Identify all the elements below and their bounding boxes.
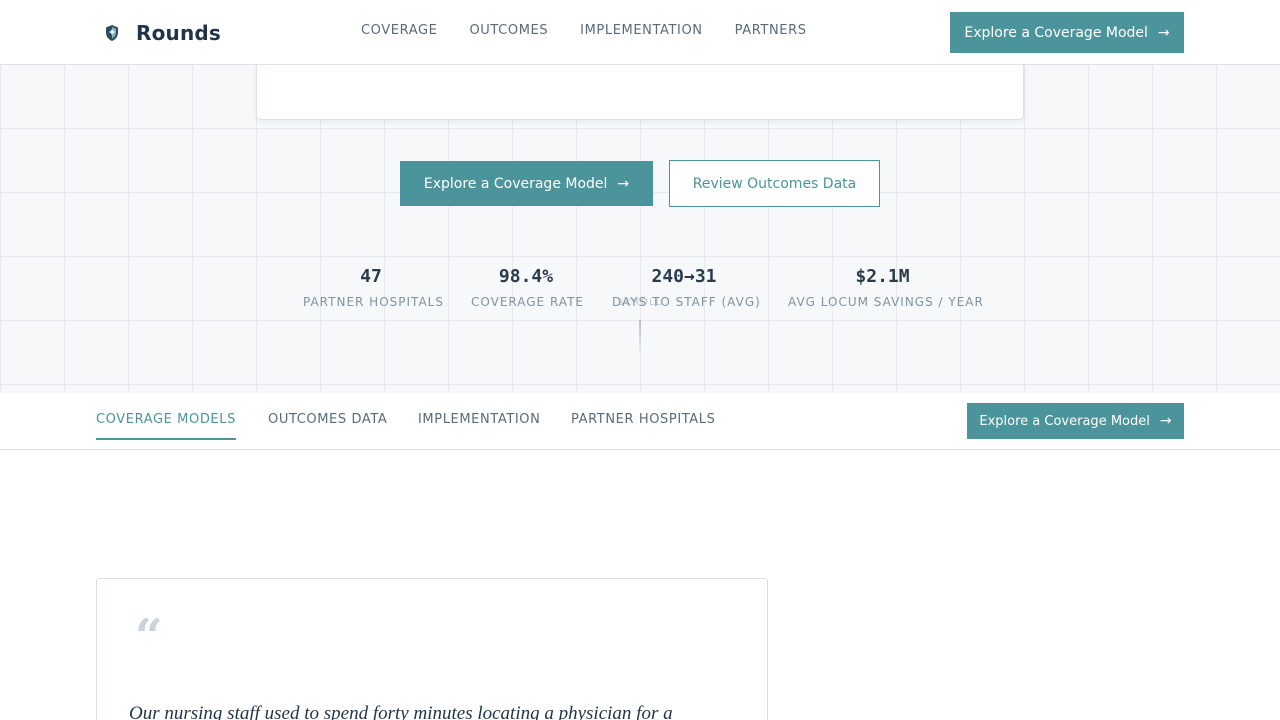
brand-logo[interactable]: Rounds <box>104 21 221 45</box>
review-outcomes-label: Review Outcomes Data <box>692 175 857 192</box>
quote-mark-icon: “ <box>135 609 163 665</box>
shield-icon <box>106 25 118 41</box>
nav-link-partners[interactable]: PARTNERS <box>735 23 807 38</box>
stat-locum-savings: $2.1M AVG LOCUM SAVINGS / YEAR <box>788 266 984 309</box>
subnav-explore-coverage-button[interactable]: Explore a Coverage Model → <box>967 403 1184 439</box>
tab-implementation[interactable]: IMPLEMENTATION <box>418 412 540 438</box>
section-tab-bar: COVERAGE MODELS OUTCOMES DATA IMPLEMENTA… <box>0 393 1280 450</box>
tab-coverage-models[interactable]: COVERAGE MODELS <box>96 412 236 440</box>
stat-value: 47 <box>360 266 382 287</box>
brand-name: Rounds <box>136 21 222 45</box>
top-navigation: Rounds COVERAGE OUTCOMES IMPLEMENTATION … <box>0 0 1280 65</box>
stat-value: 240→31 <box>651 266 717 287</box>
hero-cta-label: Explore a Coverage Model <box>423 175 608 192</box>
arrow-right-icon: → <box>1159 413 1172 429</box>
arrow-right-icon: → <box>1157 24 1170 41</box>
review-outcomes-button[interactable]: Review Outcomes Data <box>669 160 880 207</box>
stat-label: AVG LOCUM SAVINGS / YEAR <box>788 295 984 309</box>
stat-partner-hospitals: 47 PARTNER HOSPITALS <box>303 266 444 309</box>
nav-link-coverage[interactable]: COVERAGE <box>361 23 437 38</box>
stat-value: 98.4% <box>498 266 554 287</box>
nav-link-implementation[interactable]: IMPLEMENTATION <box>580 23 702 38</box>
nav-explore-coverage-button[interactable]: Explore a Coverage Model → <box>950 12 1184 53</box>
stat-label: PARTNER HOSPITALS <box>303 295 444 309</box>
main-nav: COVERAGE OUTCOMES IMPLEMENTATION PARTNER… <box>361 23 839 38</box>
hero-explore-coverage-button[interactable]: Explore a Coverage Model → <box>400 161 653 206</box>
arrow-right-icon: → <box>617 175 630 192</box>
testimonial-text: Our nursing staff used to spend forty mi… <box>129 703 673 720</box>
tab-partner-hospitals[interactable]: PARTNER HOSPITALS <box>571 412 716 438</box>
testimonial-card: “ Our nursing staff used to spend forty … <box>96 578 768 720</box>
subnav-cta-label: Explore a Coverage Model <box>979 413 1150 429</box>
scroll-hint: SCROLL <box>617 298 663 308</box>
nav-link-outcomes[interactable]: OUTCOMES <box>469 23 548 38</box>
tab-outcomes-data[interactable]: OUTCOMES DATA <box>268 412 387 438</box>
stat-value: $2.1M <box>855 266 910 287</box>
scroll-indicator-line <box>639 320 641 358</box>
stat-label: COVERAGE RATE <box>471 295 584 309</box>
nav-cta-label: Explore a Coverage Model <box>964 24 1148 41</box>
stat-coverage-rate: 98.4% COVERAGE RATE <box>471 266 584 309</box>
